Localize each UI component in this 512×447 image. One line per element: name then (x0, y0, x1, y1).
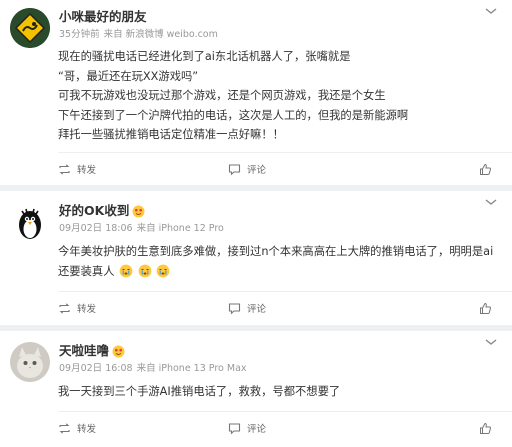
like-button[interactable] (479, 163, 498, 176)
username-text[interactable]: 小咪最好的朋友 (59, 8, 147, 26)
time-text: 09月02日 18:06 (59, 223, 133, 234)
comment-line: 我一天接到三个手游AI推销电话了，救救，号都不想要了 (58, 385, 341, 398)
chevron-down-icon[interactable] (484, 337, 498, 347)
comment-card: 天啦哇噜 09月02日 16:08 来自 iPhone 13 Pro Max 我一… (0, 331, 512, 447)
comment-text: 我一天接到三个手游AI推销电话了，救救，号都不想要了 (58, 382, 498, 402)
timestamp: 09月02日 16:08 来自 iPhone 13 Pro Max (59, 362, 251, 376)
repost-button[interactable]: 转发 (58, 162, 228, 176)
comment-label: 评论 (247, 424, 267, 435)
repost-button[interactable]: 转发 (58, 421, 228, 435)
comment-header: 小咪最好的朋友 35分钟前 来自 新浪微博 weibo.com (10, 8, 222, 48)
source-text: 来自 iPhone 13 Pro Max (136, 363, 247, 374)
comment-button[interactable]: 评论 (228, 301, 428, 315)
comment-button[interactable]: 评论 (228, 162, 428, 176)
weibo-comment-feed: 小咪最好的朋友 35分钟前 来自 新浪微博 weibo.com 现在的骚扰电话已经… (0, 0, 512, 447)
comment-icon (228, 163, 241, 175)
like-button[interactable] (479, 422, 498, 435)
like-button[interactable] (479, 302, 498, 315)
crying-emoji-icon (138, 264, 152, 277)
comment-text: 今年美妆护肤的生意到底多难做，接到过n个本来高高在上大牌的推销电话了，明明是ai… (58, 242, 498, 281)
source-text: 来自 iPhone 12 Pro (136, 223, 224, 234)
comment-line: 拜托一些骚扰推销电话定位精准一点好嘛！！ (58, 128, 284, 141)
username[interactable]: 天啦哇噜 (59, 342, 251, 360)
comment-meta: 小咪最好的朋友 35分钟前 来自 新浪微博 weibo.com (59, 8, 222, 48)
action-bar: 转发 评论 (58, 157, 498, 181)
crying-emoji-icon (119, 264, 133, 277)
comment-line: “哥，最近还在玩XX游戏吗” (58, 69, 199, 83)
divider (58, 152, 512, 153)
action-bar: 转发 评论 (58, 296, 498, 320)
comment-icon (228, 302, 241, 314)
avatar[interactable] (10, 342, 50, 382)
comment-card: 小咪最好的朋友 35分钟前 来自 新浪微博 weibo.com 现在的骚扰电话已经… (0, 0, 512, 185)
divider (58, 291, 512, 292)
chevron-down-icon[interactable] (484, 6, 498, 16)
repost-label: 转发 (77, 165, 97, 176)
heart-eyes-emoji-icon (112, 345, 125, 357)
time-text: 09月02日 16:08 (59, 363, 133, 374)
username-text[interactable]: 好的OK收到 (59, 202, 129, 220)
comment-card: 好的OK收到 09月02日 18:06 来自 iPhone 12 Pro 今年美妆… (0, 191, 512, 325)
avatar[interactable] (10, 8, 50, 48)
comment-line: 现在的骚扰电话已经进化到了ai东北话机器人了，张嘴就是 (58, 50, 351, 63)
comment-line: 今年美妆护肤的生意到底多难做，接到过n个本来高高在上大牌的推销电话了，明明是ai (58, 245, 494, 258)
like-icon (480, 302, 492, 314)
repost-icon (59, 422, 70, 434)
time-text: 35分钟前 (59, 29, 100, 40)
repost-label: 转发 (77, 304, 97, 315)
comment-button[interactable]: 评论 (228, 421, 428, 435)
comment-header: 天啦哇噜 09月02日 16:08 来自 iPhone 13 Pro Max (10, 342, 251, 382)
username[interactable]: 好的OK收到 (59, 202, 228, 220)
like-icon (480, 163, 492, 175)
comment-line: 还要装真人 (58, 264, 115, 278)
repost-icon (59, 302, 70, 314)
crying-emoji-icon (156, 264, 170, 277)
comment-text: 现在的骚扰电话已经进化到了ai东北话机器人了，张嘴就是 “哥，最近还在玩XX游戏… (58, 47, 498, 145)
username[interactable]: 小咪最好的朋友 (59, 8, 222, 26)
like-icon (480, 422, 492, 434)
source-text: 来自 新浪微博 weibo.com (103, 29, 218, 40)
comment-header: 好的OK收到 09月02日 18:06 来自 iPhone 12 Pro (10, 202, 228, 242)
repost-button[interactable]: 转发 (58, 301, 228, 315)
avatar[interactable] (10, 202, 50, 242)
comment-line: 可我不玩游戏也没玩过那个游戏，还是个网页游戏，我还是个女生 (58, 89, 386, 102)
heart-eyes-emoji-icon (132, 205, 145, 217)
timestamp: 09月02日 18:06 来自 iPhone 12 Pro (59, 222, 228, 236)
repost-label: 转发 (77, 424, 97, 435)
timestamp: 35分钟前 来自 新浪微博 weibo.com (59, 28, 222, 42)
comment-label: 评论 (247, 165, 267, 176)
chevron-down-icon[interactable] (484, 197, 498, 207)
comment-label: 评论 (247, 304, 267, 315)
action-bar: 转发 评论 (58, 416, 498, 440)
comment-line: 下午还接到了一个沪牌代拍的电话，这次是人工的，但我的是新能源啊 (58, 108, 409, 122)
comment-meta: 天啦哇噜 09月02日 16:08 来自 iPhone 13 Pro Max (59, 342, 251, 382)
divider (58, 411, 512, 412)
username-text[interactable]: 天啦哇噜 (59, 342, 109, 360)
comment-meta: 好的OK收到 09月02日 18:06 来自 iPhone 12 Pro (59, 202, 228, 242)
comment-line-with-emoji: 还要装真人 (58, 262, 498, 282)
comment-icon (228, 422, 241, 434)
repost-icon (59, 163, 70, 175)
